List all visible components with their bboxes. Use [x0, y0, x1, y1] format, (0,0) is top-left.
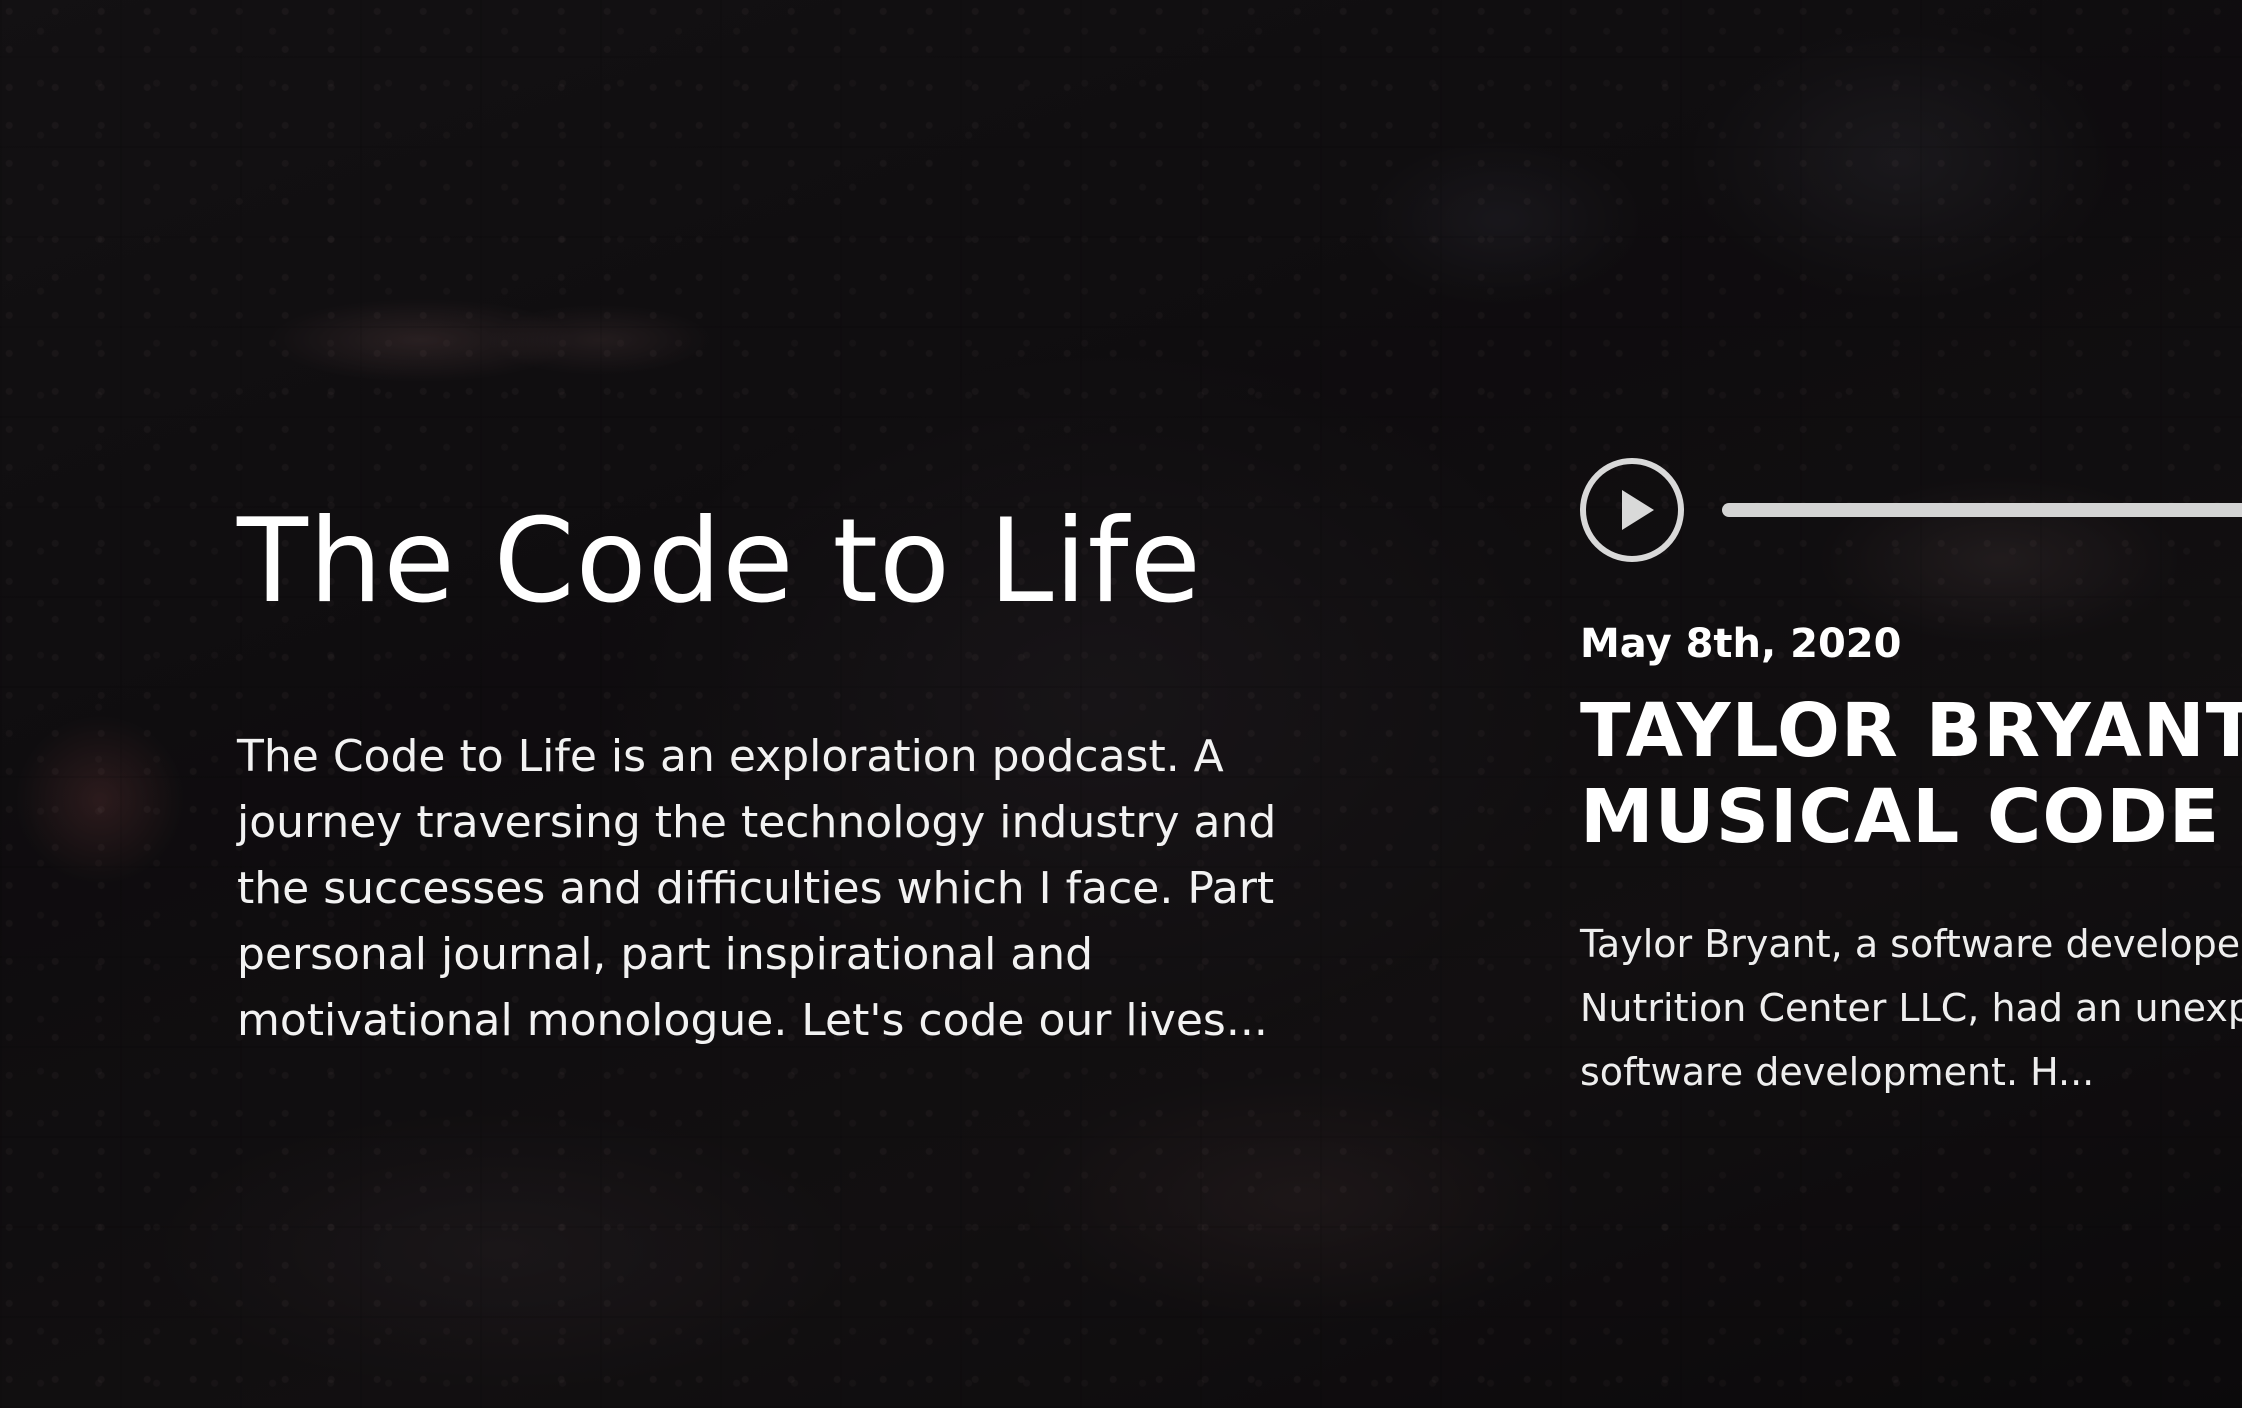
podcast-page: The Code to Life The Code to Life is an …: [0, 0, 2242, 1408]
episode-summary: Taylor Bryant, a software developer Nutr…: [1580, 922, 2242, 1094]
episode-date: May 8th, 2020: [1580, 621, 1902, 667]
progress-bar[interactable]: [1722, 503, 2242, 517]
podcast-description: The Code to Life is an exploration podca…: [237, 731, 1277, 1046]
audio-player: [1580, 458, 2242, 570]
play-button[interactable]: [1580, 458, 1684, 562]
play-icon: [1622, 490, 1654, 530]
podcast-title: The Code to Life: [237, 494, 1202, 629]
episode-title[interactable]: TAYLOR BRYANT MUSICAL CODE: [1580, 688, 2242, 860]
